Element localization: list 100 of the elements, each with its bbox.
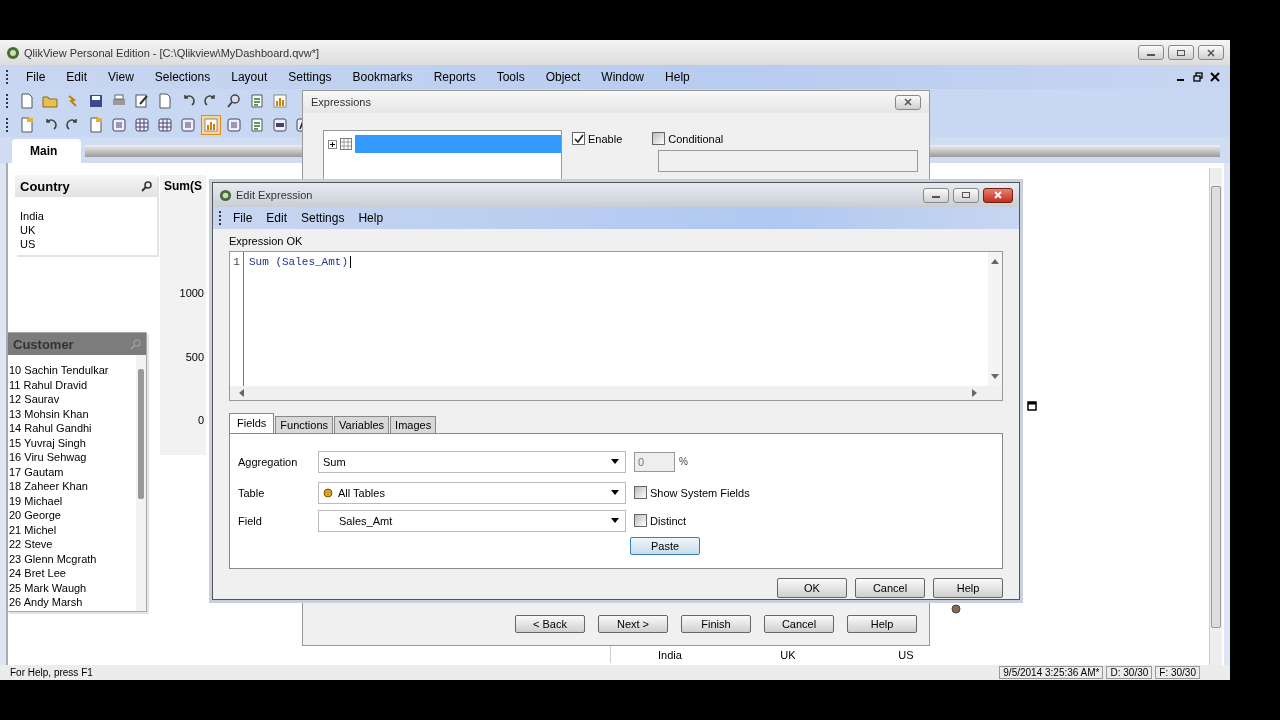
paste-button[interactable]: Paste bbox=[630, 536, 700, 555]
maximize-button[interactable] bbox=[1168, 45, 1194, 60]
field-dropdown[interactable]: Sales_Amt bbox=[318, 509, 626, 532]
checkbox-label: Show System Fields bbox=[650, 486, 750, 499]
close-button[interactable] bbox=[983, 187, 1013, 203]
list-item[interactable]: UK bbox=[20, 223, 152, 237]
dialog-button[interactable]: OK bbox=[777, 578, 847, 598]
search-icon[interactable] bbox=[141, 180, 152, 192]
list-item[interactable]: 25 Mark Waugh bbox=[9, 580, 136, 595]
list-icon[interactable] bbox=[224, 115, 244, 135]
scrollbar[interactable] bbox=[230, 386, 1002, 400]
menu-item[interactable]: Object bbox=[533, 70, 590, 84]
scroll-right-icon[interactable] bbox=[972, 389, 978, 397]
scroll-up-icon[interactable] bbox=[991, 258, 999, 264]
maximize-button[interactable] bbox=[953, 187, 979, 203]
restore-icon[interactable] bbox=[1027, 401, 1037, 411]
list-item[interactable]: 16 Viru Sehwag bbox=[9, 450, 136, 465]
close-button[interactable] bbox=[895, 94, 921, 110]
close-icon[interactable] bbox=[1210, 72, 1220, 82]
menu-item[interactable]: Help bbox=[653, 70, 699, 84]
tab[interactable]: Variables bbox=[334, 416, 390, 433]
caret-icon[interactable] bbox=[611, 459, 619, 464]
table-icon bbox=[340, 138, 352, 150]
list-icon[interactable] bbox=[178, 115, 198, 135]
list-icon[interactable] bbox=[109, 115, 129, 135]
wizard-button[interactable]: Cancel bbox=[764, 615, 834, 633]
menu-item[interactable]: Edit bbox=[54, 70, 97, 84]
dialog-button[interactable]: Help bbox=[933, 578, 1003, 598]
scrollbar[interactable] bbox=[988, 252, 1002, 386]
menu-item[interactable]: Settings bbox=[276, 70, 341, 84]
scrollbar[interactable] bbox=[1209, 168, 1222, 665]
list-box-title: Country bbox=[20, 178, 70, 194]
window-title: QlikView Personal Edition - [C:\Qlikview\MyDashboard.qvw*] bbox=[24, 46, 320, 59]
maximize-icon bbox=[961, 191, 971, 199]
axis-label: US bbox=[897, 649, 915, 661]
button-icon[interactable] bbox=[270, 115, 290, 135]
list-item[interactable]: 20 George bbox=[9, 508, 136, 523]
menu-item[interactable]: File bbox=[227, 211, 261, 225]
scroll-left-icon[interactable] bbox=[238, 389, 244, 397]
menu-item[interactable]: Bookmarks bbox=[340, 70, 422, 84]
list-item[interactable]: 19 Michael bbox=[9, 493, 136, 508]
list-item[interactable]: 11 Rahul Dravid bbox=[9, 377, 136, 392]
list-item[interactable]: 26 Andy Marsh bbox=[9, 595, 136, 610]
list-item[interactable]: 10 Sachin Tendulkar bbox=[9, 363, 136, 378]
scroll-down-icon[interactable] bbox=[991, 374, 999, 380]
wizard-button[interactable]: Finish bbox=[681, 615, 751, 633]
table-icon[interactable] bbox=[132, 115, 152, 135]
caret-icon[interactable] bbox=[611, 490, 619, 495]
menu-item[interactable]: Selections bbox=[142, 70, 220, 84]
list-item[interactable]: India bbox=[20, 209, 152, 223]
list-item[interactable]: 21 Michel bbox=[9, 522, 136, 537]
expression-editor[interactable]: 1 Sum (Sales_Amt) bbox=[229, 251, 1003, 401]
list-item[interactable]: 24 Bret Lee bbox=[9, 566, 136, 581]
menu-item[interactable]: Reports bbox=[421, 70, 485, 84]
menu-item[interactable]: Settings bbox=[295, 211, 353, 225]
list-item[interactable]: 23 Glenn Mcgrath bbox=[9, 551, 136, 566]
checkbox-label: Distinct bbox=[650, 514, 687, 527]
aggregation-dropdown[interactable]: Sum bbox=[318, 450, 626, 473]
menu-item[interactable]: Layout bbox=[219, 70, 277, 84]
restore-icon[interactable] bbox=[1193, 72, 1203, 82]
menu-item[interactable]: Window bbox=[589, 70, 654, 84]
menu-item[interactable]: Edit bbox=[260, 211, 296, 225]
list-item[interactable]: 22 Steve bbox=[9, 537, 136, 552]
checkbox[interactable] bbox=[634, 486, 647, 499]
minimize-button[interactable] bbox=[1138, 45, 1164, 60]
wizard-button[interactable]: Help bbox=[847, 615, 917, 633]
list-item[interactable]: US bbox=[20, 237, 152, 251]
list-item[interactable]: 12 Saurav bbox=[9, 392, 136, 407]
scrollbar[interactable] bbox=[136, 355, 146, 611]
chart-marker bbox=[951, 604, 961, 614]
checkbox[interactable] bbox=[652, 132, 666, 145]
menu-item[interactable]: File bbox=[14, 70, 55, 84]
checkbox[interactable] bbox=[634, 514, 647, 527]
table-icon[interactable] bbox=[155, 115, 175, 135]
field-label: Field bbox=[238, 514, 263, 527]
minimize-button[interactable] bbox=[923, 187, 949, 203]
condition-field[interactable] bbox=[658, 150, 918, 172]
wizard-button[interactable]: Next > bbox=[598, 615, 668, 633]
checkbox[interactable] bbox=[572, 132, 585, 145]
dialog-title: Edit Expression bbox=[236, 189, 313, 201]
close-button[interactable] bbox=[1198, 45, 1224, 60]
list-item[interactable]: 14 Rahul Gandhi bbox=[9, 421, 136, 436]
table-dropdown[interactable]: All Tables bbox=[318, 481, 626, 504]
list-item[interactable]: 13 Mohsin Khan bbox=[9, 406, 136, 421]
caret-icon[interactable] bbox=[611, 518, 619, 523]
bar-chart-icon[interactable] bbox=[201, 115, 221, 135]
menu-item[interactable]: Help bbox=[352, 211, 392, 225]
tab[interactable]: Fields bbox=[229, 413, 275, 433]
list-item[interactable]: 17 Gautam bbox=[9, 464, 136, 479]
field-label: Table bbox=[238, 486, 266, 499]
wizard-button[interactable]: < Back bbox=[515, 615, 585, 633]
expand-icon[interactable] bbox=[328, 139, 337, 149]
list-item[interactable]: 18 Zaheer Khan bbox=[9, 479, 136, 494]
tab[interactable]: Functions bbox=[275, 416, 334, 433]
tab[interactable]: Images bbox=[390, 416, 437, 433]
sheet-tab[interactable]: Main bbox=[12, 139, 82, 163]
dialog-button[interactable]: Cancel bbox=[855, 578, 925, 598]
list-item[interactable]: 15 Yuvraj Singh bbox=[9, 435, 136, 450]
menu-item[interactable]: View bbox=[96, 70, 143, 84]
menu-item[interactable]: Tools bbox=[484, 70, 534, 84]
